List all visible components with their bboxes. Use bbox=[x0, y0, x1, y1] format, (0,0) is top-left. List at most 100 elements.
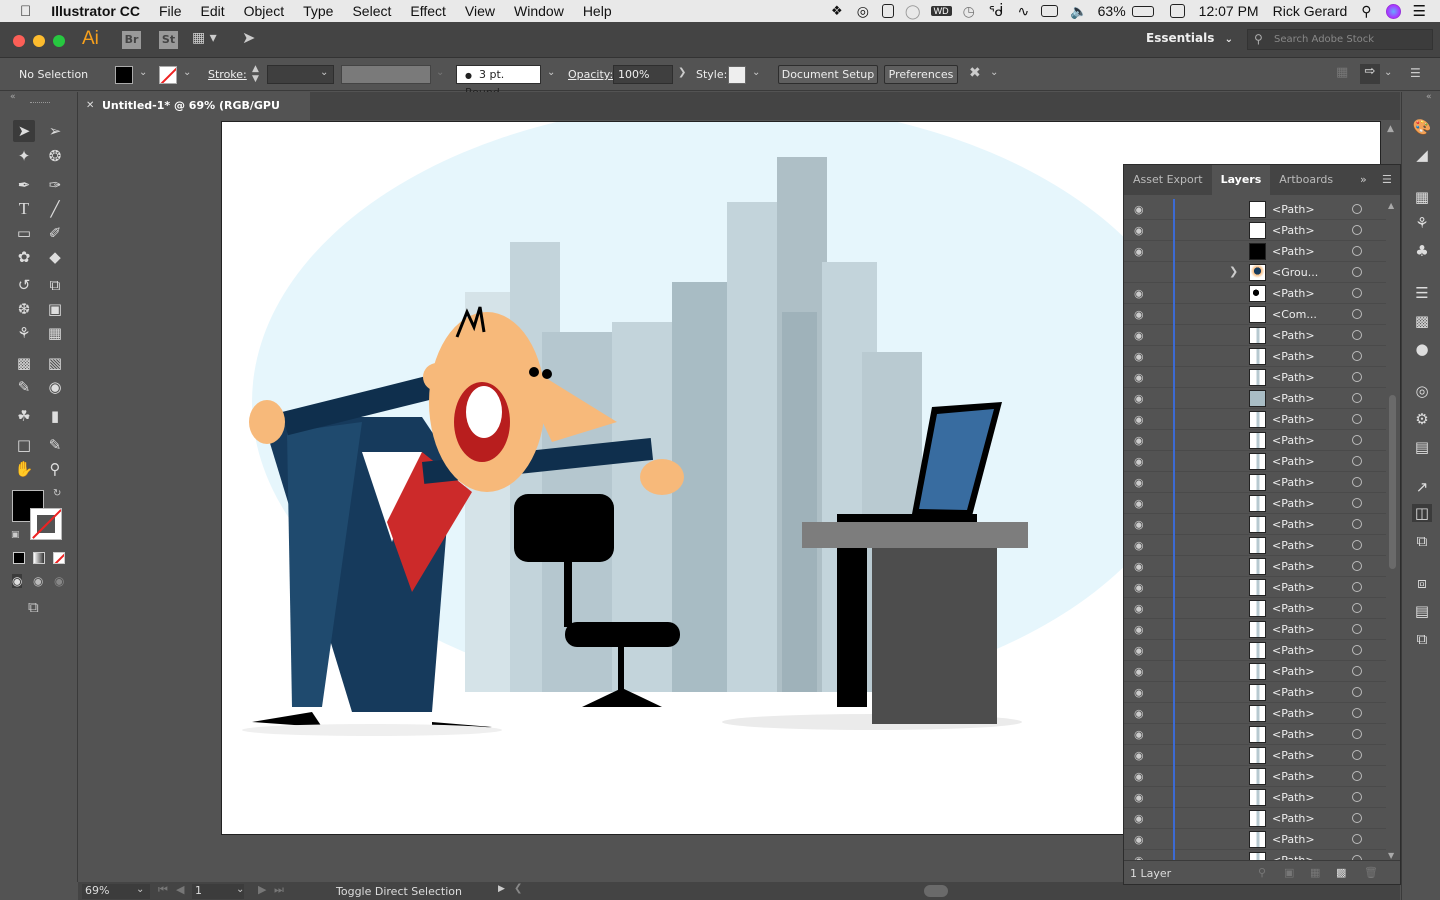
artboard-dropdown-icon[interactable]: ⌄ bbox=[236, 884, 244, 895]
layer-row[interactable]: ◉ <Path> bbox=[1124, 346, 1386, 367]
width-tool-icon[interactable]: ❆ bbox=[13, 298, 35, 320]
lock-toggle[interactable] bbox=[1152, 745, 1168, 766]
stroke-dropdown-icon[interactable]: ⌄ bbox=[183, 67, 191, 78]
brush-definition-field[interactable]: ● 3 pt. Round bbox=[456, 65, 541, 99]
layer-row[interactable]: ◉ <Path> bbox=[1124, 556, 1386, 577]
layer-row[interactable]: ◉ <Path> bbox=[1124, 682, 1386, 703]
battery-icon[interactable] bbox=[1131, 5, 1154, 17]
visibility-eye-icon[interactable]: ◉ bbox=[1134, 728, 1146, 741]
wd-icon[interactable]: WD bbox=[930, 6, 952, 16]
scale-tool-icon[interactable]: ⧉ bbox=[44, 274, 66, 296]
layer-row[interactable]: ◉ <Path> bbox=[1124, 283, 1386, 304]
stock-button[interactable]: St bbox=[159, 31, 178, 49]
symbol-sprayer-tool-icon[interactable]: ☘ bbox=[13, 405, 35, 427]
visibility-eye-icon[interactable]: ◉ bbox=[1134, 434, 1146, 447]
lock-toggle[interactable] bbox=[1152, 619, 1168, 640]
tab-layers[interactable]: Layers bbox=[1211, 165, 1271, 195]
lock-toggle[interactable] bbox=[1152, 283, 1168, 304]
layer-row[interactable]: ◉ <Path> bbox=[1124, 808, 1386, 829]
calendar-icon[interactable] bbox=[1169, 4, 1185, 18]
selection-tool-icon[interactable]: ➤ bbox=[13, 120, 35, 142]
brushes-icon[interactable]: ⚘ bbox=[1412, 214, 1432, 232]
align-icon[interactable]: ⇨ bbox=[1360, 64, 1380, 84]
collapse-toolbar-icon[interactable]: « bbox=[10, 92, 16, 102]
layer-row[interactable]: ◉ <Path> bbox=[1124, 724, 1386, 745]
bluetooth-icon[interactable]: ᖂ bbox=[989, 3, 1004, 20]
screen-mode-icon[interactable]: ⧉ bbox=[28, 598, 39, 616]
lock-toggle[interactable] bbox=[1152, 703, 1168, 724]
layer-name[interactable]: <Path> bbox=[1272, 287, 1315, 300]
visibility-eye-icon[interactable]: ◉ bbox=[1134, 665, 1146, 678]
target-circle-icon[interactable] bbox=[1352, 792, 1362, 802]
target-circle-icon[interactable] bbox=[1352, 246, 1362, 256]
target-circle-icon[interactable] bbox=[1352, 666, 1362, 676]
target-circle-icon[interactable] bbox=[1352, 834, 1362, 844]
layer-row[interactable]: ◉ <Path> bbox=[1124, 388, 1386, 409]
layer-row[interactable]: ◉ <Path> bbox=[1124, 703, 1386, 724]
layer-row[interactable]: ◉ <Path> bbox=[1124, 241, 1386, 262]
target-circle-icon[interactable] bbox=[1352, 330, 1362, 340]
visibility-eye-icon[interactable]: ◉ bbox=[1134, 791, 1146, 804]
color-guide-icon[interactable]: ◢ bbox=[1412, 146, 1432, 164]
panel-options-icon[interactable]: ☰ bbox=[1382, 173, 1392, 186]
target-circle-icon[interactable] bbox=[1352, 708, 1362, 718]
color-mode-icon[interactable] bbox=[13, 552, 25, 564]
eyedropper-tool-icon[interactable]: ✎ bbox=[13, 376, 35, 398]
wifi-icon[interactable]: ∿ bbox=[1017, 3, 1029, 20]
lock-toggle[interactable] bbox=[1152, 325, 1168, 346]
graphic-style-swatch[interactable] bbox=[728, 66, 746, 84]
visibility-eye-icon[interactable]: ◉ bbox=[1134, 329, 1146, 342]
previous-artboard-icon[interactable]: ◀ bbox=[176, 883, 184, 896]
visibility-eye-icon[interactable]: ◉ bbox=[1134, 749, 1146, 762]
workspace-switcher[interactable]: Essentials ⌄ bbox=[1146, 31, 1233, 45]
curvature-tool-icon[interactable]: ✑ bbox=[44, 174, 66, 196]
target-circle-icon[interactable] bbox=[1352, 351, 1362, 361]
visibility-eye-icon[interactable]: ◉ bbox=[1134, 560, 1146, 573]
lock-toggle[interactable] bbox=[1152, 409, 1168, 430]
lock-toggle[interactable] bbox=[1152, 535, 1168, 556]
scroll-up-icon[interactable]: ▲ bbox=[1388, 201, 1394, 210]
volume-icon[interactable]: 🔈 bbox=[1070, 3, 1087, 20]
layer-name[interactable]: <Path> bbox=[1272, 560, 1315, 573]
gradient-tool-icon[interactable]: ▧ bbox=[44, 352, 66, 374]
layer-row[interactable]: ◉ <Path> bbox=[1124, 493, 1386, 514]
opacity-field[interactable]: 100% bbox=[613, 65, 673, 84]
graphic-styles-icon[interactable]: ⚙ bbox=[1412, 410, 1432, 428]
layers-scrollbar[interactable]: ▲ ▼ bbox=[1388, 201, 1396, 860]
visibility-eye-icon[interactable]: ◉ bbox=[1134, 518, 1146, 531]
layer-name[interactable]: <Grou... bbox=[1272, 266, 1318, 279]
stroke-weight-dropdown-icon[interactable]: ⌄ bbox=[320, 67, 328, 78]
layers-list[interactable]: ◉ <Path> ◉ <Path> ◉ <Path> ❯ <Grou... ◉ <Path> ◉ <C… bbox=[1124, 199, 1386, 861]
asset-export-icon[interactable]: ↗ bbox=[1412, 478, 1432, 496]
layer-name[interactable]: <Path> bbox=[1272, 203, 1315, 216]
search-stock-field[interactable]: ⚲ Search Adobe Stock bbox=[1247, 29, 1433, 50]
layer-row[interactable]: ◉ <Path> bbox=[1124, 745, 1386, 766]
menu-help[interactable]: Help bbox=[583, 3, 612, 19]
tab-asset-export[interactable]: Asset Export bbox=[1124, 165, 1212, 195]
layer-row[interactable]: ◉ <Path> bbox=[1124, 199, 1386, 220]
layer-name[interactable]: <Path> bbox=[1272, 392, 1315, 405]
hand-tool-icon[interactable]: ✋ bbox=[13, 458, 35, 480]
transform-icon[interactable]: ▦ bbox=[1336, 65, 1348, 80]
lock-toggle[interactable] bbox=[1152, 766, 1168, 787]
expand-dock-icon[interactable]: « bbox=[1426, 92, 1432, 102]
layer-row[interactable]: ◉ <Com... bbox=[1124, 304, 1386, 325]
layer-row[interactable]: ◉ <Path> bbox=[1124, 661, 1386, 682]
layer-name[interactable]: <Path> bbox=[1272, 707, 1315, 720]
locate-object-icon[interactable]: ⚲ bbox=[1258, 866, 1266, 879]
stroke-weight-stepper[interactable]: ▲ ▼ bbox=[252, 64, 259, 84]
style-dropdown-icon[interactable]: ⌄ bbox=[752, 67, 760, 78]
visibility-eye-icon[interactable]: ◉ bbox=[1134, 833, 1146, 846]
arrange-documents-icon[interactable]: ▦ ▾ bbox=[192, 30, 217, 46]
color-panel-icon[interactable]: 🎨 bbox=[1412, 118, 1432, 136]
collapse-panel-icon[interactable]: » bbox=[1360, 173, 1367, 186]
layer-row[interactable]: ◉ <Path> bbox=[1124, 325, 1386, 346]
pathfinder-icon[interactable]: ⧉ bbox=[1412, 630, 1432, 648]
document-setup-button[interactable]: Document Setup bbox=[778, 65, 878, 84]
time-machine-icon[interactable]: ◷ bbox=[963, 3, 975, 20]
spotlight-icon[interactable]: ⚲ bbox=[1361, 3, 1371, 20]
close-window-button[interactable] bbox=[13, 35, 25, 47]
visibility-eye-icon[interactable]: ◉ bbox=[1134, 203, 1146, 216]
perspective-grid-tool-icon[interactable]: ▦ bbox=[44, 322, 66, 344]
export-icon[interactable]: ▤ bbox=[1412, 438, 1432, 456]
